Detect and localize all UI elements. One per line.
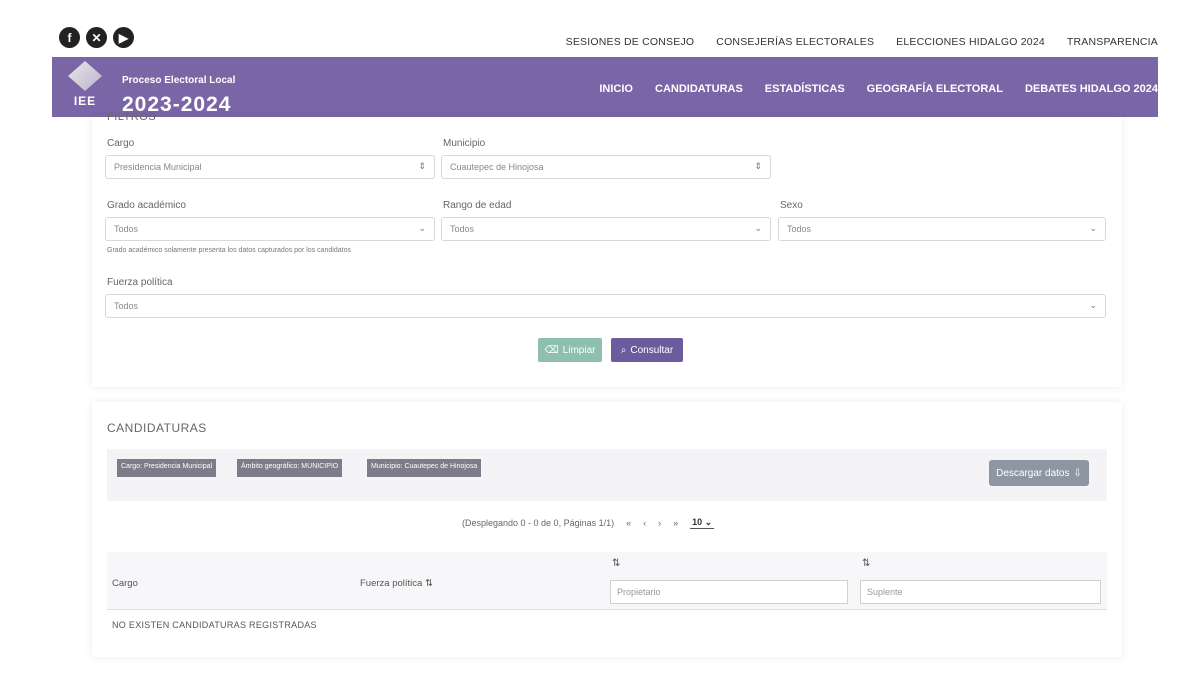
chevron-down-icon: ⌄ [1089,223,1097,233]
grado-note: Grado académico solamente presenta los d… [107,247,351,254]
logo-text: IEE [73,94,97,108]
suplente-filter-input[interactable]: Suplente [860,580,1101,604]
sexo-select[interactable]: Todos ⌄ [778,217,1106,241]
main-header: IEE Proceso Electoral Local 2023-2024 IN… [52,57,1158,117]
chevron-down-icon: ⌄ [754,223,762,233]
query-button-label: Consultar [630,344,674,356]
top-link-consejerias[interactable]: CONSEJERÍAS ELECTORALES [716,36,874,48]
rango-value: Todos [450,224,475,234]
search-icon: ⌕ [620,344,627,356]
last-page-button[interactable]: » [673,518,678,528]
pagination-info: (Desplegando 0 - 0 de 0, Páginas 1/1) [462,518,615,528]
pagination: (Desplegando 0 - 0 de 0, Páginas 1/1) « … [462,517,715,529]
x-icon[interactable]: ✕ [86,27,107,48]
facebook-icon[interactable]: f [59,27,80,48]
grado-label: Grado académico [107,200,186,211]
top-link-transparencia[interactable]: TRANSPARENCIA [1067,36,1158,48]
top-utility-bar: f ✕ ▶ SESIONES DE CONSEJO CONSEJERÍAS EL… [0,0,1200,57]
results-card: CANDIDATURAS Cargo: Presidencia Municipa… [92,402,1122,657]
sort-suplente-icon[interactable]: ⇅ [862,558,870,569]
top-link-elecciones[interactable]: ELECCIONES HIDALGO 2024 [896,36,1045,48]
download-icon: ⇩ [1073,467,1082,479]
rango-label: Rango de edad [443,200,512,211]
sort-propietario-icon[interactable]: ⇅ [612,558,620,569]
col-fuerza-header[interactable]: Fuerza política ⇅ [360,578,433,589]
query-button[interactable]: ⌕ Consultar [611,338,683,362]
prev-page-button[interactable]: ‹ [643,518,646,528]
social-links: f ✕ ▶ [59,27,134,48]
page-size-value: 10 [692,517,703,527]
chevron-updown-icon: ⇕ [418,161,426,171]
iee-emblem-icon [68,61,102,91]
sexo-label: Sexo [780,200,803,211]
chevron-down-icon: ⌄ [418,223,426,233]
eraser-icon: ⌫ [544,344,559,356]
nav-estadisticas[interactable]: ESTADÍSTICAS [765,83,845,95]
process-label: Proceso Electoral Local [122,75,236,86]
grado-select[interactable]: Todos ⌄ [105,217,435,241]
sexo-value: Todos [787,224,812,234]
col-fuerza-label: Fuerza política [360,578,423,589]
chevron-updown-icon: ⇕ [754,161,762,171]
clear-button-label: Limpiar [562,344,596,356]
top-link-sesiones[interactable]: SESIONES DE CONSEJO [566,36,695,48]
youtube-icon[interactable]: ▶ [113,27,134,48]
filter-chip-municipio: Municipio: Cuautepec de Hinojosa [367,459,482,477]
cargo-label: Cargo [107,138,135,149]
iee-logo[interactable]: IEE [62,61,108,113]
col-cargo-header[interactable]: Cargo [112,578,138,589]
cargo-select[interactable]: Presidencia Municipal ⇕ [105,155,435,179]
chevron-down-icon: ⌄ [1089,300,1097,310]
nav-debates[interactable]: DEBATES HIDALGO 2024 [1025,83,1158,95]
clear-button[interactable]: ⌫ Limpiar [538,338,602,362]
filter-chip-ambito: Ámbito geográfico: MUNICIPIO [237,459,343,477]
next-page-button[interactable]: › [658,518,661,528]
fuerza-label: Fuerza política [107,277,173,288]
grado-value: Todos [114,224,139,234]
municipio-select[interactable]: Cuautepec de Hinojosa ⇕ [441,155,771,179]
filter-chip-cargo: Cargo: Presidencia Municipal [117,459,217,477]
filters-title: FILTROS [107,111,157,123]
results-title: CANDIDATURAS [107,421,207,435]
municipio-value: Cuautepec de Hinojosa [450,162,544,172]
page-size-select[interactable]: 10 ⌄ [690,517,715,529]
download-button[interactable]: Descargar datos ⇩ [989,460,1089,486]
main-nav: INICIO CANDIDATURAS ESTADÍSTICAS GEOGRAF… [599,83,1158,95]
nav-candidaturas[interactable]: CANDIDATURAS [655,83,743,95]
municipio-label: Municipio [443,138,486,149]
results-table-header: Cargo Fuerza política ⇅ ⇅ Propietario ⇅ … [107,552,1107,610]
nav-inicio[interactable]: INICIO [599,83,633,95]
nav-geografia[interactable]: GEOGRAFÍA ELECTORAL [867,83,1003,95]
rango-select[interactable]: Todos ⌄ [441,217,771,241]
fuerza-select[interactable]: Todos ⌄ [105,294,1106,318]
first-page-button[interactable]: « [626,518,631,528]
active-filters-bar: Cargo: Presidencia Municipal Ámbito geog… [107,449,1107,501]
download-button-label: Descargar datos [996,467,1070,479]
sort-icon: ⇅ [424,578,433,589]
cargo-value: Presidencia Municipal [114,162,202,172]
fuerza-value: Todos [114,301,139,311]
empty-table-message: NO EXISTEN CANDIDATURAS REGISTRADAS [112,620,317,630]
filters-card: FILTROS Cargo Presidencia Municipal ⇕ Mu… [92,111,1122,387]
top-links: SESIONES DE CONSEJO CONSEJERÍAS ELECTORA… [566,36,1158,48]
chevron-down-icon: ⌄ [704,517,713,527]
propietario-filter-input[interactable]: Propietario [610,580,848,604]
